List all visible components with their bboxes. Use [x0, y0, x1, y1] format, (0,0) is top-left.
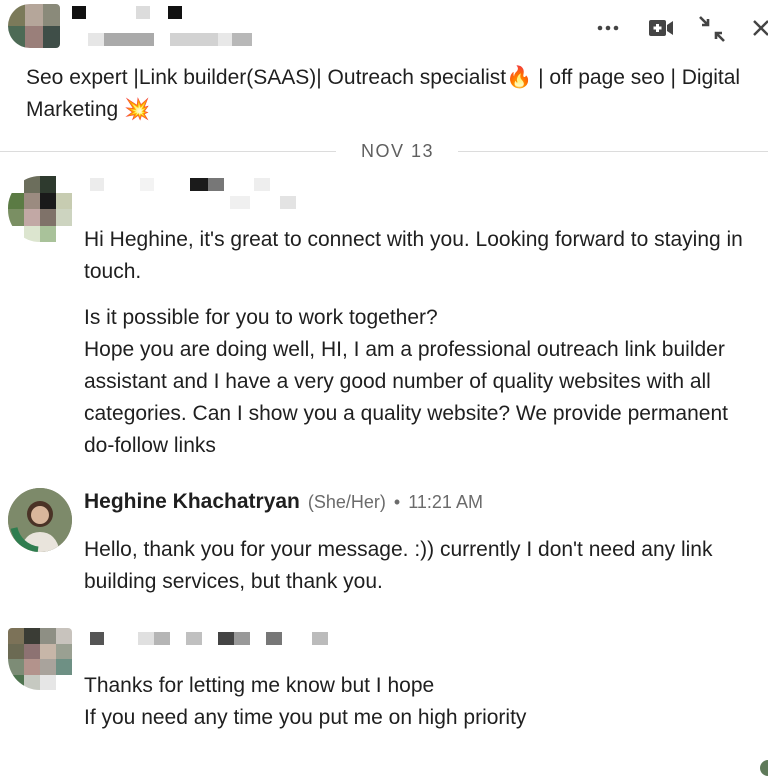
- close-icon[interactable]: [752, 19, 768, 37]
- message-paragraph: Hi Heghine, it's great to connect with y…: [84, 228, 743, 283]
- message-meta: Heghine Khachatryan (She/Her) • 11:21 AM: [84, 490, 483, 520]
- message-body: Hello, thank you for your message. :)) c…: [84, 534, 744, 598]
- message-timestamp: 11:21 AM: [408, 492, 483, 512]
- sender-name[interactable]: Heghine Khachatryan: [84, 490, 300, 514]
- sender-avatar[interactable]: [8, 628, 72, 690]
- sender-pronouns: (She/Her): [307, 492, 386, 512]
- message-body: Thanks for letting me know but I hope If…: [84, 670, 744, 734]
- message-body: Hi Heghine, it's great to connect with y…: [84, 224, 744, 462]
- contact-name-redacted-2: [88, 33, 252, 46]
- heghine-avatar[interactable]: [8, 488, 72, 552]
- date-label: NOV 13: [360, 141, 435, 161]
- partial-avatar: [760, 760, 768, 776]
- sender-name-redacted: [90, 632, 328, 645]
- contact-name-redacted: [72, 6, 182, 19]
- sender-name-redacted-2: [230, 196, 296, 209]
- message-paragraph: Hope you are doing well, HI, I am a prof…: [84, 338, 728, 457]
- message-paragraph: Is it possible for you to work together?: [84, 306, 438, 329]
- message-paragraph: If you need any time you put me on high …: [84, 706, 527, 729]
- message-paragraph: Thanks for letting me know but I hope: [84, 674, 435, 697]
- ellipsis-icon[interactable]: [596, 20, 620, 36]
- sender-name-redacted: [90, 178, 270, 191]
- date-divider: NOV 13: [0, 140, 768, 162]
- profile-photo-icon: [8, 488, 72, 552]
- contact-avatar[interactable]: [8, 4, 60, 48]
- meta-separator: •: [393, 492, 401, 512]
- collapse-arrows-icon[interactable]: [698, 15, 726, 43]
- profile-headline: Seo expert |Link builder(SAAS)| Outreach…: [26, 66, 741, 121]
- conversation-header: [0, 0, 768, 56]
- video-call-icon[interactable]: [648, 18, 674, 38]
- message-paragraph: Hello, thank you for your message. :)) c…: [84, 538, 713, 593]
- sender-avatar[interactable]: [8, 176, 72, 242]
